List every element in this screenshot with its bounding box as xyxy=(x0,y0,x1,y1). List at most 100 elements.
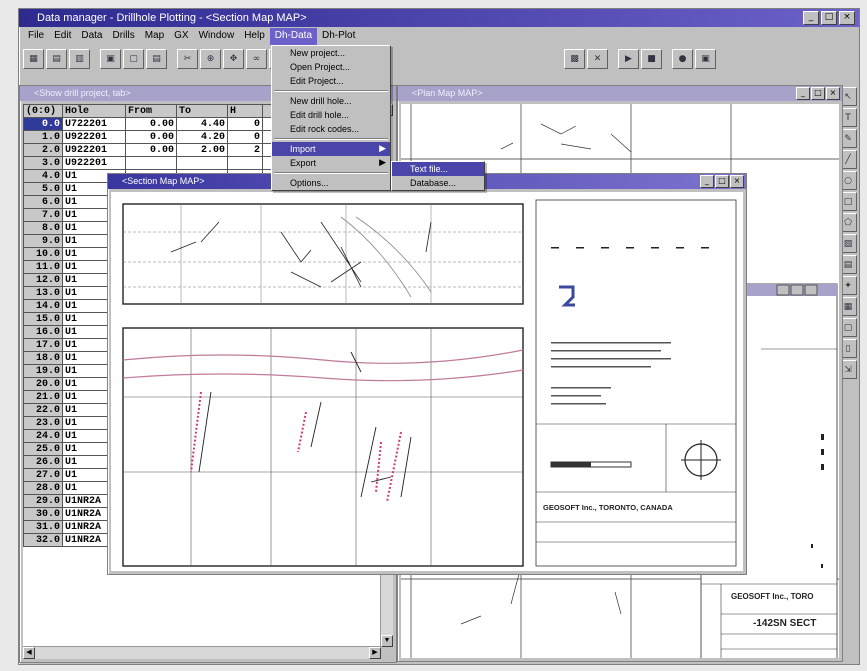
table-cell[interactable]: 0.00 xyxy=(125,130,177,144)
play-icon[interactable]: ▶ xyxy=(618,49,639,69)
row-index[interactable]: 24.0 xyxy=(23,429,63,443)
section-min-button[interactable]: _ xyxy=(700,175,714,188)
row-index[interactable]: 26.0 xyxy=(23,455,63,469)
record-icon[interactable]: ● xyxy=(672,49,693,69)
section-map-canvas[interactable]: GEOSOFT Inc., TORONTO, CANADA xyxy=(111,192,743,571)
row-index[interactable]: 25.0 xyxy=(23,442,63,456)
row-index[interactable]: 12.0 xyxy=(23,273,63,287)
row-index[interactable]: 0.0 xyxy=(23,117,63,131)
scroll-down-icon[interactable]: ▼ xyxy=(381,635,393,647)
row-index[interactable]: 19.0 xyxy=(23,364,63,378)
menu-new-drill-hole[interactable]: New drill hole... xyxy=(272,94,390,108)
menu-file[interactable]: File xyxy=(23,28,49,45)
scroll-right-icon[interactable]: ▶ xyxy=(369,647,381,659)
menu-window[interactable]: Window xyxy=(194,28,240,45)
layout-icon[interactable]: ▣ xyxy=(695,49,716,69)
row-index[interactable]: 8.0 xyxy=(23,221,63,235)
menu-edit-project[interactable]: Edit Project... xyxy=(272,74,390,88)
zoom-icon[interactable]: ⊕ xyxy=(200,49,221,69)
grid-icon[interactable]: ▦ xyxy=(23,49,44,69)
table-cell[interactable]: U922201 xyxy=(62,143,126,157)
table-cell[interactable] xyxy=(227,156,263,170)
plan-max-button[interactable]: □ xyxy=(811,87,825,100)
table-cell[interactable]: 0 xyxy=(227,130,263,144)
menu-import-text-file[interactable]: Text file... xyxy=(392,162,484,176)
row-index[interactable]: 17.0 xyxy=(23,338,63,352)
cut-icon[interactable]: ✂ xyxy=(177,49,198,69)
minimize-button[interactable]: _ xyxy=(803,11,819,25)
row-index[interactable]: 1.0 xyxy=(23,130,63,144)
row-index[interactable]: 32.0 xyxy=(23,533,63,547)
row-index[interactable]: 4.0 xyxy=(23,169,63,183)
table-cell[interactable]: U922201 xyxy=(62,156,126,170)
menu-dh-data[interactable]: Dh-Data xyxy=(269,28,318,45)
row-index[interactable]: 30.0 xyxy=(23,507,63,521)
row-index[interactable]: 13.0 xyxy=(23,286,63,300)
row-index[interactable]: 16.0 xyxy=(23,325,63,339)
table-cell[interactable]: U722201 xyxy=(62,117,126,131)
col-from[interactable]: From xyxy=(125,104,177,118)
row-index[interactable]: 31.0 xyxy=(23,520,63,534)
row-index[interactable]: 15.0 xyxy=(23,312,63,326)
row-index[interactable]: 22.0 xyxy=(23,403,63,417)
save-icon[interactable]: ▤ xyxy=(46,49,67,69)
row-index[interactable]: 28.0 xyxy=(23,481,63,495)
table-cell[interactable]: 0.00 xyxy=(125,117,177,131)
row-index[interactable]: 27.0 xyxy=(23,468,63,482)
table-cell[interactable] xyxy=(176,156,228,170)
plan-min-button[interactable]: _ xyxy=(796,87,810,100)
plan-close-button[interactable]: × xyxy=(826,87,840,100)
menu-dh-plot[interactable]: Dh-Plot xyxy=(317,28,360,45)
menu-help[interactable]: Help xyxy=(239,28,270,45)
table-cell[interactable]: U922201 xyxy=(62,130,126,144)
menu-import-database[interactable]: Database... xyxy=(392,176,484,190)
section-max-button[interactable]: □ xyxy=(715,175,729,188)
menu-export[interactable]: Export ▶ xyxy=(272,156,390,170)
section-close-button[interactable]: × xyxy=(730,175,744,188)
menu-edit-rock-codes[interactable]: Edit rock codes... xyxy=(272,122,390,136)
menu-edit-drill-hole[interactable]: Edit drill hole... xyxy=(272,108,390,122)
row-index[interactable]: 2.0 xyxy=(23,143,63,157)
row-index[interactable]: 7.0 xyxy=(23,208,63,222)
menu-options[interactable]: Options... xyxy=(272,176,390,190)
menu-import[interactable]: Import ▶ xyxy=(272,142,390,156)
table-row[interactable]: 0.0 U722201 0.00 4.40 0 xyxy=(23,117,298,131)
copy-icon[interactable]: ▢ xyxy=(123,49,144,69)
table-row[interactable]: 1.0 U922201 0.00 4.20 0 xyxy=(23,130,298,144)
row-index[interactable]: 9.0 xyxy=(23,234,63,248)
chart-icon[interactable]: ▩ xyxy=(564,49,585,69)
row-index[interactable]: 20.0 xyxy=(23,377,63,391)
app-titlebar[interactable]: Data manager - Drillhole Plotting - <Sec… xyxy=(19,9,859,27)
menu-new-project[interactable]: New project... xyxy=(272,46,390,60)
col-to[interactable]: To xyxy=(176,104,228,118)
row-index[interactable]: 3.0 xyxy=(23,156,63,170)
spreadsheet-hscroll[interactable]: ◀ ▶ xyxy=(23,646,381,659)
row-index[interactable]: 5.0 xyxy=(23,182,63,196)
open-icon[interactable]: ▥ xyxy=(69,49,90,69)
table-cell[interactable]: 0 xyxy=(227,117,263,131)
plan-map-titlebar[interactable]: <Plan Map MAP> _ □ × xyxy=(398,86,842,101)
scroll-left-icon[interactable]: ◀ xyxy=(23,647,35,659)
row-index[interactable]: 6.0 xyxy=(23,195,63,209)
table-cell[interactable] xyxy=(125,156,177,170)
stop-icon[interactable]: ■ xyxy=(641,49,662,69)
menu-edit[interactable]: Edit xyxy=(49,28,76,45)
table-cell[interactable]: 4.40 xyxy=(176,117,228,131)
row-index[interactable]: 10.0 xyxy=(23,247,63,261)
menu-drills[interactable]: Drills xyxy=(107,28,139,45)
link-icon[interactable]: ∞ xyxy=(246,49,267,69)
menu-gx[interactable]: GX xyxy=(169,28,193,45)
section-map-window[interactable]: <Section Map MAP> _ □ × GEOSOFT Inc., TO… xyxy=(107,173,747,575)
maximize-button[interactable]: □ xyxy=(821,11,837,25)
menu-open-project[interactable]: Open Project... xyxy=(272,60,390,74)
row-index[interactable]: 11.0 xyxy=(23,260,63,274)
pan-icon[interactable]: ✥ xyxy=(223,49,244,69)
row-index[interactable]: 14.0 xyxy=(23,299,63,313)
menu-map[interactable]: Map xyxy=(140,28,169,45)
col-hole[interactable]: Hole xyxy=(62,104,126,118)
row-index[interactable]: 29.0 xyxy=(23,494,63,508)
col-h[interactable]: H xyxy=(227,104,263,118)
table-cell[interactable]: 2 xyxy=(227,143,263,157)
table-cell[interactable]: 2.00 xyxy=(176,143,228,157)
menu-data[interactable]: Data xyxy=(76,28,107,45)
